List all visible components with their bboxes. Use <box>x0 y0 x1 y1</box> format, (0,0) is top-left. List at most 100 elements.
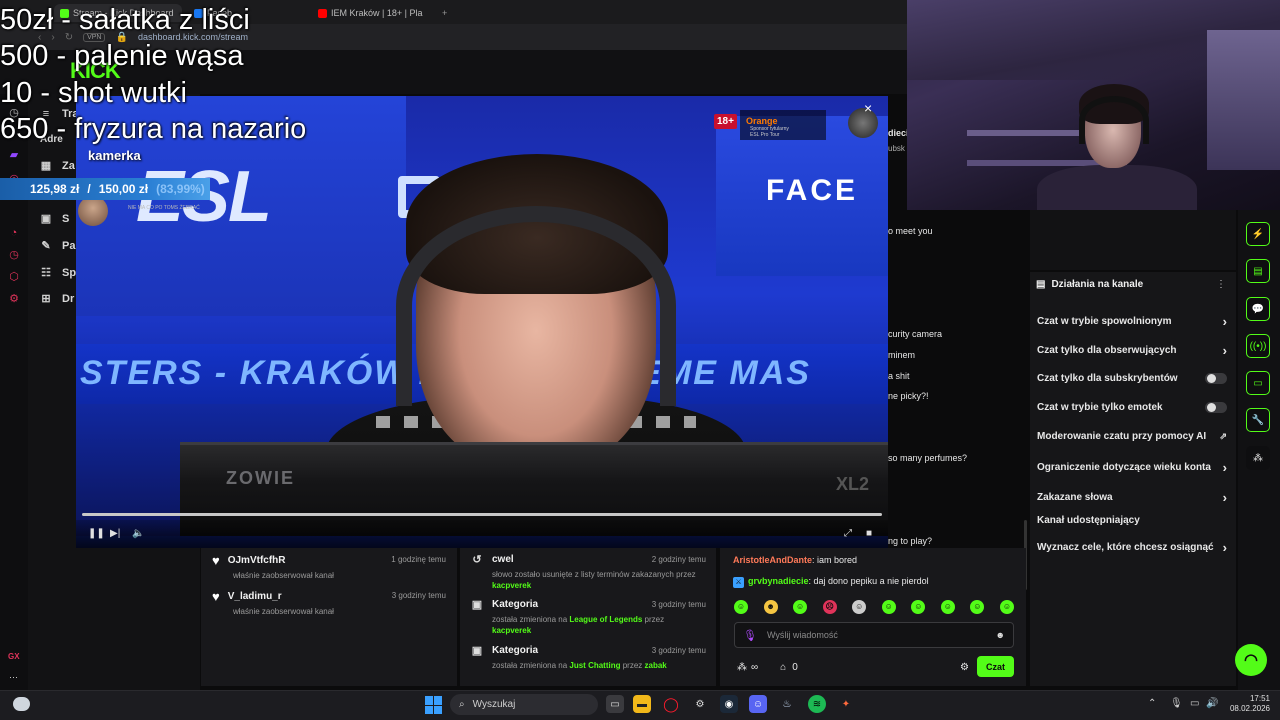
chat-settings-icon[interactable]: ⚙ <box>960 662 969 673</box>
volume-icon[interactable]: 🔊 <box>1206 698 1218 709</box>
quick-action-wrench-icon[interactable]: 🔧 <box>1246 408 1270 432</box>
next-button[interactable]: ▶| <box>110 528 120 539</box>
close-player-button[interactable]: × <box>864 100 872 116</box>
discord-icon[interactable]: ☺ <box>749 695 767 713</box>
nav-drops-icon: ⊞ <box>41 293 51 305</box>
channel-actions-menu-button[interactable]: ⋮ <box>1216 279 1226 290</box>
pause-button[interactable]: ❚❚ <box>88 528 105 539</box>
channel-actions-panel <box>1030 272 1236 686</box>
nav-item-6[interactable]: ⊞ Dr <box>40 292 74 306</box>
emote-icon[interactable]: ☺ <box>793 600 808 614</box>
taskbar-clock[interactable]: 17:51 08.02.2026 <box>1226 694 1270 714</box>
activity-user-link[interactable]: kacpverek <box>492 581 531 590</box>
activity-user-link[interactable]: kacpverek <box>492 626 531 635</box>
sidebar-cube-icon[interactable]: ⬡ <box>7 270 21 284</box>
action-slow-mode[interactable]: Czat w trybie spowolnionym › <box>1037 314 1227 329</box>
tab-youtube-iem[interactable]: IEM Kraków | 18+ | Pla <box>312 4 432 22</box>
emote-icon[interactable]: ☺ <box>999 600 1014 614</box>
activity-detail-text: przez <box>620 661 645 670</box>
quick-action-document-icon[interactable]: ▤ <box>1246 259 1270 283</box>
action-followers-only[interactable]: Czat tylko dla obserwujących › <box>1037 343 1227 358</box>
tournament-logo <box>848 108 878 138</box>
follower-name[interactable]: OJmVtfcfhR <box>228 555 286 566</box>
obs-icon[interactable]: ◉ <box>720 695 738 713</box>
game-app-icon[interactable]: ✦ <box>837 695 855 713</box>
nav-item-4[interactable]: ✎ Pa <box>40 239 75 253</box>
chat-send-button[interactable]: Czat <box>977 656 1014 677</box>
quick-action-broadcast-icon[interactable]: ((•)) <box>1246 334 1270 358</box>
steam-icon[interactable]: ♨ <box>778 695 796 713</box>
bg-chat-line: so many perfumes? <box>888 453 968 463</box>
microphone-tray-icon[interactable]: 🎙 <box>1170 698 1183 709</box>
pip-button[interactable]: ⤢ <box>844 528 852 539</box>
action-ai-moderation[interactable]: Moderowanie czatu przy pomocy AI ⇗ <box>1037 431 1227 442</box>
chat-message-input[interactable]: 🎙 Wyślij wiadomość ☻ <box>734 622 1014 648</box>
action-banned-words[interactable]: Zakazane słowa › <box>1037 490 1227 505</box>
twitch-icon[interactable]: ▰ <box>7 148 21 162</box>
subscribers-only-toggle[interactable] <box>1205 373 1227 384</box>
viewers-count: ∞ <box>751 661 759 673</box>
network-icon[interactable]: ▭ <box>1190 698 1199 709</box>
activity-time: 3 godziny temu <box>651 646 706 655</box>
nav-wrench-icon: ✎ <box>41 240 51 252</box>
channel-actions-icon: ▤ <box>1036 279 1046 290</box>
sponsor-box: OrangeSponsor tytularny ESL Pro Tour <box>740 110 826 140</box>
emote-icon[interactable]: ☺ <box>940 600 955 614</box>
stream-preview-player[interactable]: ESL FACE STERS - KRAKÓW 2026 - EXTREME M… <box>76 96 888 548</box>
follower-name[interactable]: V_ladimu_r <box>228 591 282 602</box>
taskbar-search[interactable]: ⌕ Wyszukaj <box>450 694 598 715</box>
action-hosting-channel[interactable]: Kanał udostępniający <box>1037 515 1227 526</box>
sidebar-clock-icon[interactable]: ◔ <box>7 226 21 240</box>
emote-icon[interactable]: ☺ <box>970 600 985 614</box>
emote-icon[interactable]: ☻ <box>763 600 778 614</box>
emoji-picker-icon[interactable]: ☻ <box>996 630 1005 640</box>
emote-only-toggle[interactable] <box>1205 402 1227 413</box>
activity-detail: słowo zostało usunięte z listy terminów … <box>492 569 710 591</box>
sidebar-history2-icon[interactable]: ◷ <box>7 248 21 262</box>
emote-icon[interactable]: ☺ <box>911 600 926 614</box>
emote-icon[interactable]: ☺ <box>734 600 748 614</box>
activity-category-link[interactable]: League of Legends <box>569 615 642 624</box>
activity-user-link[interactable]: zabak <box>645 661 667 670</box>
task-view-icon[interactable]: ▭ <box>606 695 624 713</box>
badge-icon: ⚔ <box>733 577 744 588</box>
quick-action-panel-icon[interactable]: ▭ <box>1246 371 1270 395</box>
chat-username[interactable]: grvbynadiecie <box>748 576 809 586</box>
sidebar-settings-icon[interactable]: ⚙ <box>7 292 21 306</box>
emote-icon[interactable]: ☺ <box>881 600 896 614</box>
settings-app-icon[interactable]: ⚙ <box>691 695 709 713</box>
action-subscribers-only[interactable]: Czat tylko dla subskrybentów <box>1037 373 1227 384</box>
file-explorer-icon[interactable]: ▬ <box>633 695 651 713</box>
action-emote-only[interactable]: Czat w trybie tylko emotek <box>1037 402 1227 413</box>
nav-item-2[interactable]: ▦ Za <box>40 159 75 173</box>
opera-gx-icon[interactable]: ◯ <box>662 695 680 713</box>
action-set-goals[interactable]: Wyznacz cele, które chcesz osiągnąć › <box>1037 540 1227 555</box>
gx-label[interactable]: GX <box>8 652 20 661</box>
quick-action-share-icon[interactable]: ⁂ <box>1246 446 1270 470</box>
more-icon[interactable]: ⋯ <box>9 672 18 683</box>
spotify-icon[interactable]: ≋ <box>808 695 826 713</box>
chat-text: : daj dono pepiku a nie pierdol <box>808 576 929 586</box>
quick-action-lightning-icon[interactable]: ⚡ <box>1246 222 1270 246</box>
nav-item-3[interactable]: ▣ S <box>40 212 70 226</box>
new-tab-button[interactable]: + <box>436 4 456 22</box>
quick-action-chat-icon[interactable]: 💬 <box>1246 297 1270 321</box>
microphone-icon[interactable]: 🎙 <box>743 629 757 642</box>
emote-icon[interactable]: ☺ <box>852 600 867 614</box>
emote-icon[interactable]: ☹ <box>822 600 837 614</box>
sponsor-name: Orange <box>746 116 778 126</box>
chat-username[interactable]: AristotleAndDante <box>733 555 812 565</box>
weather-icon[interactable] <box>13 697 30 711</box>
action-account-age[interactable]: Ograniczenie dotyczące wieku konta › <box>1037 460 1227 475</box>
nav-item-5[interactable]: ☷ Sp <box>40 266 76 280</box>
activity-category-link[interactable]: Just Chatting <box>569 661 620 670</box>
tray-chevron-up-icon[interactable]: ⌃ <box>1148 698 1156 709</box>
volume-icon[interactable]: 🔈 <box>132 528 144 539</box>
viewers-icon: ⁂ <box>737 661 747 673</box>
chat-text: : iam bored <box>812 555 858 565</box>
video-progress-bar[interactable] <box>82 513 882 516</box>
goal-line-1: 50zł - sałatka z liści <box>0 4 250 36</box>
start-button[interactable] <box>425 696 443 714</box>
support-chat-icon[interactable]: ◠ <box>1235 644 1267 676</box>
fullscreen-button[interactable]: ■ <box>866 528 872 539</box>
